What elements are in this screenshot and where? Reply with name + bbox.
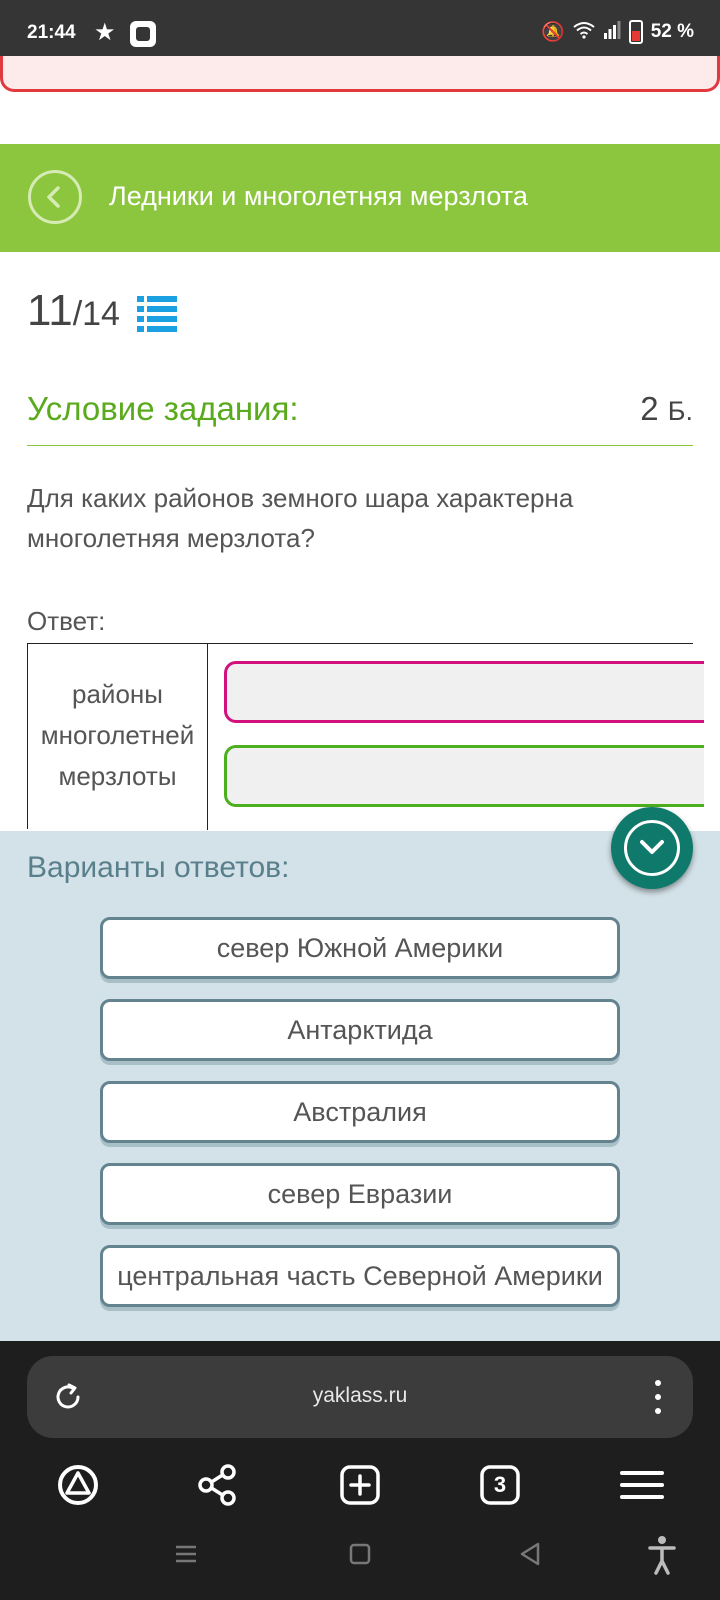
home-icon[interactable]: [340, 1529, 380, 1579]
menu-icon[interactable]: [612, 1455, 672, 1515]
mute-bell-icon: 🔕: [541, 21, 565, 43]
progress-total: /14: [72, 295, 120, 333]
answer-option[interactable]: Австралия: [100, 1081, 620, 1143]
app-notification-icon: [130, 21, 156, 47]
address-bar[interactable]: yaklass.ru: [27, 1356, 693, 1438]
status-bar: 21:44 ★ 🔕 52 %: [0, 0, 720, 64]
answer-drop-slot[interactable]: [224, 745, 704, 807]
condition-row: Условие задания: 2 Б.: [27, 390, 693, 446]
page: 21:44 ★ 🔕 52 % Ледники и многолетняя мер…: [0, 0, 720, 1600]
chevron-down-icon: [624, 820, 680, 876]
system-nav-bar: [0, 1529, 720, 1589]
battery-icon: [628, 20, 643, 44]
task-list-icon[interactable]: [137, 296, 177, 337]
answer-category: районы многолетней мерзлоты: [28, 644, 208, 830]
variants-title: Варианты ответов:: [27, 851, 290, 884]
status-time: 21:44: [27, 22, 76, 43]
more-vertical-icon[interactable]: [655, 1380, 661, 1414]
answer-option[interactable]: север Евразии: [100, 1163, 620, 1225]
answer-table: районы многолетней мерзлоты: [27, 643, 704, 830]
points-value: 2: [640, 390, 659, 427]
question-text: Для каких районов земного шара характерн…: [27, 483, 574, 553]
answer-option[interactable]: север Южной Америки: [100, 917, 620, 979]
signal-icon: [603, 21, 621, 43]
alert-box-edge: [0, 56, 720, 92]
back-button[interactable]: [28, 170, 82, 224]
answer-drop-slot[interactable]: [224, 661, 704, 723]
progress-current: 11: [27, 286, 73, 335]
scroll-down-button[interactable]: [611, 807, 693, 889]
browser-nav-row: 3: [0, 1455, 720, 1515]
star-icon: ★: [94, 19, 116, 46]
battery-percent: 52 %: [650, 21, 694, 42]
variants-panel: Варианты ответов: север Южной Америки Ан…: [0, 831, 720, 1341]
topic-header: Ледники и многолетняя мерзлота: [0, 144, 720, 252]
share-icon[interactable]: [188, 1455, 248, 1515]
browser-bottom-bar: yaklass.ru 3: [0, 1341, 720, 1600]
condition-title: Условие задания:: [27, 390, 299, 427]
alice-assistant-icon[interactable]: [48, 1455, 108, 1515]
status-icons: 🔕 52 %: [541, 20, 694, 44]
back-nav-icon[interactable]: [510, 1529, 550, 1579]
chevron-left-icon: [47, 186, 60, 208]
wifi-icon: [573, 21, 595, 43]
topic-title: Ледники и многолетняя мерзлота: [109, 181, 528, 211]
tabs-button[interactable]: 3: [470, 1455, 530, 1515]
answer-option[interactable]: Антарктида: [100, 999, 620, 1061]
recent-apps-icon[interactable]: [166, 1529, 206, 1579]
url-text[interactable]: yaklass.ru: [27, 1384, 693, 1408]
new-tab-icon[interactable]: [330, 1455, 390, 1515]
points-unit: Б.: [667, 396, 693, 426]
accessibility-icon[interactable]: [642, 1529, 682, 1579]
task-progress: 11/14: [27, 286, 120, 336]
tabs-count: 3: [493, 1472, 507, 1497]
task-points: 2 Б.: [640, 390, 693, 428]
answer-label: Ответ:: [27, 606, 106, 636]
answer-option[interactable]: центральная часть Северной Америки: [100, 1245, 620, 1307]
